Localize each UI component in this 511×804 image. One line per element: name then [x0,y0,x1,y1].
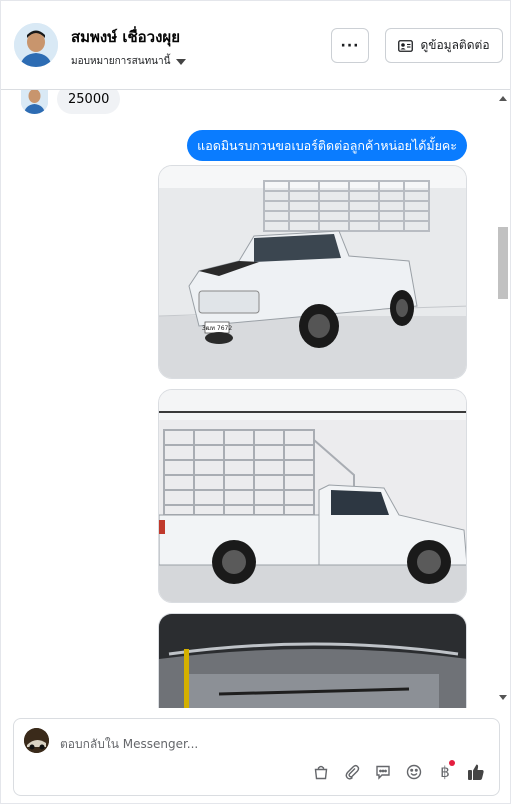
messenger-conversation-panel: สมพงษ์ เชื่อวงผุย มอบหมายการสนทนานี้ ···… [0,0,511,804]
saved-reply-icon[interactable] [372,761,394,783]
assign-conversation-label: มอบหมายการสนทนานี้ [71,56,171,67]
scroll-down-arrow[interactable] [499,695,507,700]
attachment-icon[interactable] [341,761,363,783]
incoming-message[interactable]: 25000 [57,90,121,114]
reply-composer[interactable]: ตอบกลับใน Messenger... ฿ [13,718,500,796]
scrollbar-thumb[interactable] [498,227,508,299]
outgoing-message[interactable]: แอดมินรบกวนขอเบอร์ติดต่อลูกค้าหน่อยได้มั… [187,130,467,161]
license-plate: 3ฒท 7672 [202,325,233,332]
truck-photo-engine[interactable] [158,613,467,708]
page-avatar [24,728,49,753]
emoji-icon[interactable] [403,761,425,783]
composer-toolbar: ฿ [310,760,487,783]
bag-icon[interactable] [310,761,332,783]
view-contact-info-label: ดูข้อมูลติดต่อ [420,38,490,52]
more-options-button[interactable]: ··· [331,28,369,63]
view-contact-info-button[interactable]: ดูข้อมูลติดต่อ [385,28,503,63]
thumbs-up-icon[interactable] [465,761,487,783]
truck-photo-side[interactable] [158,389,467,603]
more-icon: ··· [340,37,360,54]
sender-avatar [21,90,48,114]
truck-photo-front[interactable]: 3ฒท 7672 [158,165,467,379]
notification-dot [449,760,455,766]
reply-input[interactable]: ตอบกลับใน Messenger... [60,735,198,754]
currency-symbol: ฿ [440,763,450,781]
chevron-down-icon [176,58,187,65]
contact-card-icon [398,39,414,52]
scroll-up-arrow[interactable] [499,96,507,101]
contact-avatar[interactable] [14,23,58,67]
message-thread[interactable]: 25000 แอดมินรบกวนขอเบอร์ติดต่อลูกค้าหน่อ… [1,90,510,708]
conversation-header: สมพงษ์ เชื่อวงผุย มอบหมายการสนทนานี้ ···… [1,1,510,90]
currency-icon[interactable]: ฿ [434,760,456,783]
contact-name[interactable]: สมพงษ์ เชื่อวงผุย [71,25,180,49]
assign-conversation-dropdown[interactable]: มอบหมายการสนทนานี้ [71,54,187,69]
